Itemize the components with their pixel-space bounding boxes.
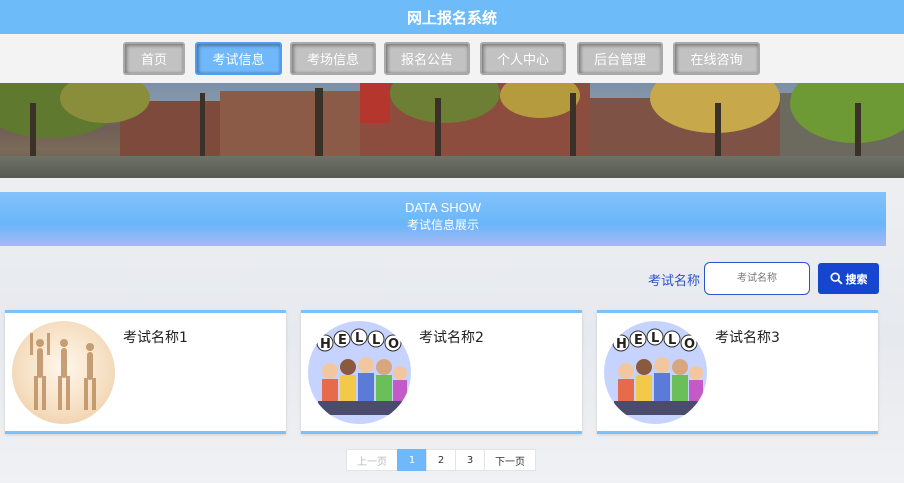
nav-exam-info[interactable]: 考试信息: [195, 42, 282, 75]
svg-text:L: L: [668, 333, 676, 348]
nav-online-consult[interactable]: 在线咨询: [673, 42, 760, 75]
nav-personal-center[interactable]: 个人中心: [480, 42, 566, 75]
app-header: 网上报名系统: [0, 0, 904, 34]
page-2-button[interactable]: 2: [426, 449, 456, 471]
svg-text:L: L: [372, 333, 380, 348]
exam-card[interactable]: H E L L O 考试名称2: [301, 310, 582, 434]
prev-page-button[interactable]: 上一页: [346, 449, 398, 471]
page-3-button[interactable]: 3: [455, 449, 485, 471]
hello-kids-image: H E L L O: [604, 321, 707, 424]
exam-card-name: 考试名称2: [419, 330, 484, 346]
nav-exam-room[interactable]: 考场信息: [290, 42, 376, 75]
search-label: 考试名称: [648, 274, 701, 289]
search-button-label: 搜索: [845, 272, 868, 286]
section-title-en: DATA SHOW: [404, 200, 482, 215]
section-title-cn: 考试信息展示: [406, 218, 479, 232]
hello-kids-image: H E L L O: [308, 321, 411, 424]
svg-text:H: H: [320, 337, 331, 352]
exam-card[interactable]: H E L L O 考试名称3: [597, 310, 878, 434]
svg-text:O: O: [684, 337, 695, 352]
exam-card-name: 考试名称3: [715, 330, 780, 346]
yoga-image: [12, 321, 115, 424]
search-input[interactable]: [704, 262, 810, 295]
svg-text:L: L: [355, 331, 363, 346]
section-header: DATA SHOW 考试信息展示: [0, 192, 886, 246]
app-title: 网上报名系统: [406, 8, 497, 27]
search-button[interactable]: 搜索: [818, 263, 879, 294]
page-1-button[interactable]: 1: [397, 449, 427, 471]
campus-banner-image: [0, 83, 904, 178]
svg-text:H: H: [616, 337, 627, 352]
svg-text:O: O: [388, 337, 399, 352]
nav-announcement[interactable]: 报名公告: [384, 42, 470, 75]
svg-text:E: E: [634, 333, 643, 348]
next-page-button[interactable]: 下一页: [484, 449, 536, 471]
exam-card-name: 考试名称1: [123, 330, 188, 346]
pagination: 上一页 1 2 3 下一页: [346, 449, 536, 471]
search-icon: [829, 272, 843, 285]
exam-card[interactable]: 考试名称1: [5, 310, 286, 434]
main-nav: 首页 考试信息 考场信息 报名公告 个人中心 后台管理 在线咨询: [0, 34, 904, 83]
svg-text:L: L: [651, 331, 659, 346]
nav-admin[interactable]: 后台管理: [577, 42, 663, 75]
svg-text:E: E: [338, 333, 347, 348]
nav-home[interactable]: 首页: [123, 42, 185, 75]
